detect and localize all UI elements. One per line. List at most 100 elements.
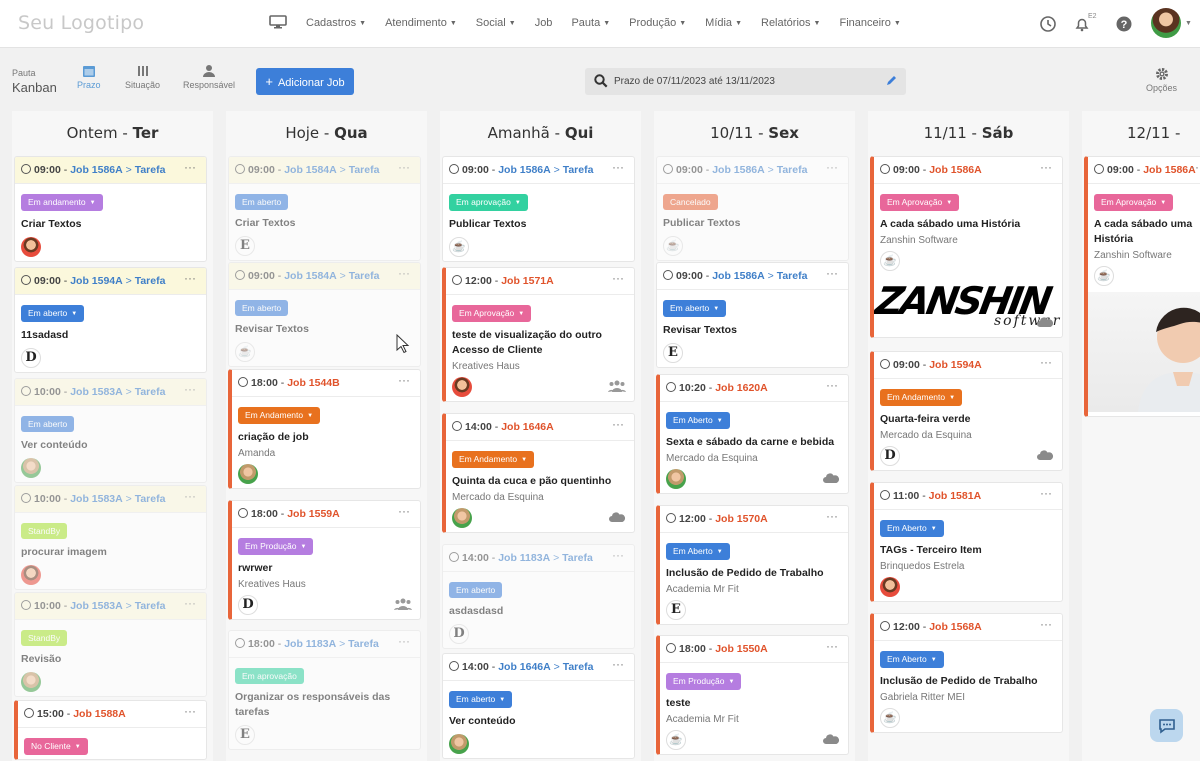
card-job-id[interactable]: Job 1646A xyxy=(498,661,551,673)
more-options-icon[interactable]: ··· xyxy=(826,375,838,399)
card-job-id[interactable]: Job 1568A xyxy=(929,621,982,633)
status-badge[interactable]: Em Aberto ▼ xyxy=(880,651,944,668)
job-card[interactable]: 09:00 - Job 1586A···Em Aprovação▼A cada … xyxy=(1084,156,1200,417)
more-options-icon[interactable]: ··· xyxy=(184,268,196,292)
menu-item-6[interactable]: Mídia ▼ xyxy=(705,17,742,29)
card-job-id[interactable]: Job 1586A xyxy=(712,164,765,176)
status-badge[interactable]: Em andamento ▼ xyxy=(21,194,103,211)
job-card[interactable]: 09:00 - Job 1586A > Tarefa ··· Em aberto ▼ R… xyxy=(656,262,849,368)
more-options-icon[interactable]: ··· xyxy=(398,501,410,525)
more-options-icon[interactable]: ··· xyxy=(1040,352,1052,376)
clock-icon[interactable] xyxy=(1039,15,1057,33)
job-card[interactable]: 12:00 - Job 1570A ··· Em Aberto ▼ Inclusão d… xyxy=(656,505,849,625)
card-job-id[interactable]: Job 1646A xyxy=(501,421,554,433)
status-badge[interactable]: Em Aberto ▼ xyxy=(666,543,730,560)
job-card[interactable]: 18:00 - Job 1559A ··· Em Produção ▼ rwrwer Kr… xyxy=(228,500,421,620)
card-job-id[interactable]: Job 1586A xyxy=(1143,164,1196,176)
card-job-id[interactable]: Job 1583A xyxy=(70,386,123,398)
more-options-icon[interactable]: ··· xyxy=(184,701,196,725)
more-options-icon[interactable]: ··· xyxy=(184,157,196,181)
job-card[interactable]: 09:00 - Job 1586A > Tarefa ··· Cancelado Pu… xyxy=(656,156,849,261)
menu-item-1[interactable]: Atendimento ▼ xyxy=(385,17,457,29)
status-badge[interactable]: Em Produção ▼ xyxy=(238,538,314,555)
card-job-id[interactable]: Job 1586A xyxy=(498,164,551,176)
job-card[interactable]: 12:00 - Job 1571A ··· Em Aprovação ▼ teste d… xyxy=(442,267,635,402)
card-job-id[interactable]: Job 1584A xyxy=(284,270,337,282)
job-card[interactable]: 09:00 - Job 1594A ··· Em Andamento ▼ Quarta-… xyxy=(870,351,1063,471)
status-badge[interactable]: Em aberto xyxy=(235,194,289,210)
menu-item-0[interactable]: Cadastros ▼ xyxy=(306,17,366,29)
more-options-icon[interactable]: ··· xyxy=(398,631,410,655)
card-job-id[interactable]: Job 1594A xyxy=(929,359,982,371)
status-badge[interactable]: Em aprovação xyxy=(235,668,304,684)
more-options-icon[interactable]: ··· xyxy=(1040,483,1052,507)
chevron-down-icon[interactable]: ▼ xyxy=(1185,20,1192,27)
card-job-id[interactable]: Job 1620A xyxy=(715,382,768,394)
card-job-id[interactable]: Job 1583A xyxy=(70,600,123,612)
job-card[interactable]: 09:00 - Job 1586A > Tarefa ··· Em aprovaçã… xyxy=(442,156,635,262)
options-button[interactable]: Opções xyxy=(1146,67,1177,93)
card-job-id[interactable]: Job 1583A xyxy=(70,493,123,505)
logo[interactable]: Seu Logotipo xyxy=(18,12,144,34)
job-card[interactable]: 18:00 - Job 1544B ··· Em Andamento ▼ criação… xyxy=(228,369,421,489)
status-badge[interactable]: StandBy xyxy=(21,523,68,539)
more-options-icon[interactable]: ··· xyxy=(826,506,838,530)
status-badge[interactable]: StandBy xyxy=(21,630,68,646)
add-job-button[interactable]: + Adicionar Job xyxy=(256,68,354,95)
status-badge[interactable]: Em aprovação ▼ xyxy=(449,194,528,211)
more-options-icon[interactable]: ··· xyxy=(398,370,410,394)
more-options-icon[interactable]: ··· xyxy=(612,414,624,438)
job-card[interactable]: 09:00 - Job 1586A···Em Aprovação▼A cada … xyxy=(870,156,1063,338)
card-job-id[interactable]: Job 1570A xyxy=(715,513,768,525)
job-card[interactable]: 10:00 - Job 1583A > Tarefa ··· StandBy Revi… xyxy=(14,592,207,697)
status-badge[interactable]: Em Aprovação ▼ xyxy=(880,194,960,211)
menu-item-4[interactable]: Pauta ▼ xyxy=(571,17,610,29)
job-card[interactable]: 09:00 - Job 1584A > Tarefa ··· Em aberto Cr… xyxy=(228,156,421,261)
more-options-icon[interactable]: ··· xyxy=(826,636,838,660)
job-card[interactable]: 11:00 - Job 1581A ··· Em Aberto ▼ TAGs - Ter… xyxy=(870,482,1063,602)
card-job-id[interactable]: Job 1581A xyxy=(929,490,982,502)
menu-item-8[interactable]: Financeiro ▼ xyxy=(839,17,900,29)
card-job-id[interactable]: Job 1544B xyxy=(287,377,340,389)
menu-item-3[interactable]: Job xyxy=(535,17,553,29)
job-card[interactable]: 09:00 - Job 1586A > Tarefa ··· Em andament… xyxy=(14,156,207,262)
monitor-icon[interactable] xyxy=(269,15,287,29)
card-job-id[interactable]: Job 1183A xyxy=(498,552,550,564)
view-prazo[interactable]: Prazo xyxy=(77,64,101,90)
status-badge[interactable]: Em Aprovação ▼ xyxy=(1094,194,1174,211)
pencil-icon[interactable] xyxy=(885,75,897,87)
more-options-icon[interactable]: ··· xyxy=(1191,157,1200,181)
chat-button[interactable] xyxy=(1150,709,1183,742)
more-options-icon[interactable]: ··· xyxy=(612,545,624,569)
job-card[interactable]: 15:00 - Job 1588A ··· No Cliente ▼ xyxy=(14,700,207,760)
more-options-icon[interactable]: ··· xyxy=(398,157,410,181)
status-badge[interactable]: Em Andamento ▼ xyxy=(238,407,321,424)
job-card[interactable]: 10:00 - Job 1583A > Tarefa ··· Em aberto Ve… xyxy=(14,378,207,483)
status-badge[interactable]: Em aberto xyxy=(235,300,289,316)
status-badge[interactable]: Cancelado xyxy=(663,194,718,210)
menu-item-2[interactable]: Social ▼ xyxy=(476,17,516,29)
job-card[interactable]: 12:00 - Job 1568A ··· Em Aberto ▼ Inclusão d… xyxy=(870,613,1063,733)
job-card[interactable]: 10:20 - Job 1620A ··· Em Aberto ▼ Sexta e sá… xyxy=(656,374,849,494)
job-card[interactable]: 10:00 - Job 1583A > Tarefa ··· StandBy proc… xyxy=(14,485,207,590)
job-card[interactable]: 18:00 - Job 1183A > Tarefa ··· Em aprovaçã… xyxy=(228,630,421,750)
user-avatar[interactable] xyxy=(1151,8,1181,38)
more-options-icon[interactable]: ··· xyxy=(398,263,410,287)
status-badge[interactable]: Em Aberto ▼ xyxy=(880,520,944,537)
status-badge[interactable]: Em Andamento ▼ xyxy=(880,389,963,406)
status-badge[interactable]: Em Aberto ▼ xyxy=(666,412,730,429)
job-card[interactable]: 14:00 - Job 1646A ··· Em Andamento ▼ Quinta … xyxy=(442,413,635,533)
status-badge[interactable]: Em Andamento ▼ xyxy=(452,451,535,468)
status-badge[interactable]: Em aberto ▼ xyxy=(449,691,513,708)
more-options-icon[interactable]: ··· xyxy=(1040,157,1052,181)
job-card[interactable]: 09:00 - Job 1594A > Tarefa ··· Em aberto ▼ 1… xyxy=(14,267,207,373)
card-job-id[interactable]: Job 1586A xyxy=(929,164,982,176)
more-options-icon[interactable]: ··· xyxy=(612,268,624,292)
status-badge[interactable]: No Cliente ▼ xyxy=(24,738,88,755)
date-filter-field[interactable]: Prazo de 07/11/2023 até 13/11/2023 xyxy=(585,68,906,95)
view-situacao[interactable]: Situação xyxy=(125,64,160,90)
card-job-id[interactable]: Job 1559A xyxy=(287,508,340,520)
help-icon[interactable]: ? xyxy=(1115,15,1133,33)
status-badge[interactable]: Em aberto xyxy=(21,416,75,432)
status-badge[interactable]: Em aberto ▼ xyxy=(21,305,85,322)
